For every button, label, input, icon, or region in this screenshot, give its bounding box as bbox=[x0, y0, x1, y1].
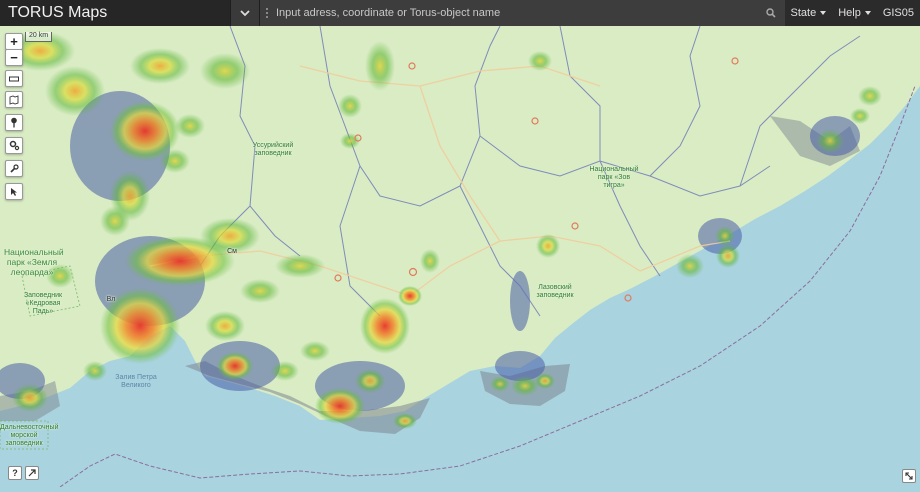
drag-handle-icon bbox=[266, 8, 270, 18]
diagonal-arrow-icon bbox=[28, 469, 36, 477]
layers-button[interactable] bbox=[5, 91, 23, 108]
label-city-sm: См bbox=[225, 248, 239, 256]
label-national-park-leopard: Национальный парк «Земля леопарда» bbox=[4, 247, 60, 277]
marker-button[interactable] bbox=[5, 114, 23, 131]
caret-down-icon bbox=[820, 11, 826, 15]
ruler-icon bbox=[9, 75, 19, 83]
settings-button[interactable] bbox=[5, 137, 23, 154]
diagonal-arrow-icon bbox=[905, 472, 913, 480]
zoom-in-button[interactable]: + bbox=[5, 33, 23, 50]
search-input[interactable] bbox=[260, 0, 761, 26]
top-menu: State Help GIS05 bbox=[785, 0, 920, 26]
label-ussuri-reserve: Уссурийский заповедник bbox=[248, 142, 298, 158]
label-gulf: Залив Петра Великого bbox=[108, 374, 164, 390]
resize-button[interactable] bbox=[902, 469, 916, 483]
help-menu-label: Help bbox=[838, 7, 861, 19]
top-bar: TORUS Maps State Help GIS05 bbox=[0, 0, 920, 26]
plus-icon: + bbox=[10, 35, 18, 48]
measure-button[interactable] bbox=[5, 70, 23, 87]
label-marine-reserve: Дальневосточный морской заповедник bbox=[0, 424, 48, 448]
state-menu[interactable]: State bbox=[785, 7, 833, 19]
help-menu[interactable]: Help bbox=[832, 7, 877, 19]
help-button[interactable]: ? bbox=[8, 466, 22, 480]
chevron-down-icon bbox=[240, 10, 250, 17]
label-national-park-tiger: Национальный парк «Зов тигра» bbox=[588, 166, 640, 190]
map-canvas[interactable] bbox=[0, 26, 920, 487]
search-icon[interactable] bbox=[761, 0, 781, 26]
minus-icon: − bbox=[10, 51, 18, 64]
scale-bar: 20 km bbox=[25, 32, 52, 42]
map-icon bbox=[9, 95, 19, 105]
zoom-out-button[interactable]: − bbox=[5, 49, 23, 66]
label-vladivostok: Вл bbox=[104, 296, 118, 304]
app-title[interactable]: TORUS Maps bbox=[0, 0, 230, 26]
pin-icon bbox=[10, 117, 18, 128]
state-menu-label: State bbox=[791, 7, 817, 19]
tools-button[interactable] bbox=[5, 160, 23, 177]
user-menu[interactable]: GIS05 bbox=[877, 7, 920, 19]
expand-button[interactable] bbox=[25, 466, 39, 480]
search-mode-dropdown[interactable] bbox=[230, 0, 260, 26]
caret-down-icon bbox=[865, 11, 871, 15]
label-lazovsky-reserve: Лазовский заповедник bbox=[530, 284, 580, 300]
select-button[interactable] bbox=[5, 183, 23, 200]
cursor-icon bbox=[10, 187, 19, 197]
wrench-icon bbox=[9, 164, 19, 174]
gears-icon bbox=[9, 140, 20, 151]
label-kedrovaya-reserve: Заповедник «Кедровая Падь» bbox=[22, 292, 64, 316]
search-bar bbox=[260, 0, 785, 26]
map-view[interactable]: Уссурийский заповедник Национальный парк… bbox=[0, 26, 920, 487]
